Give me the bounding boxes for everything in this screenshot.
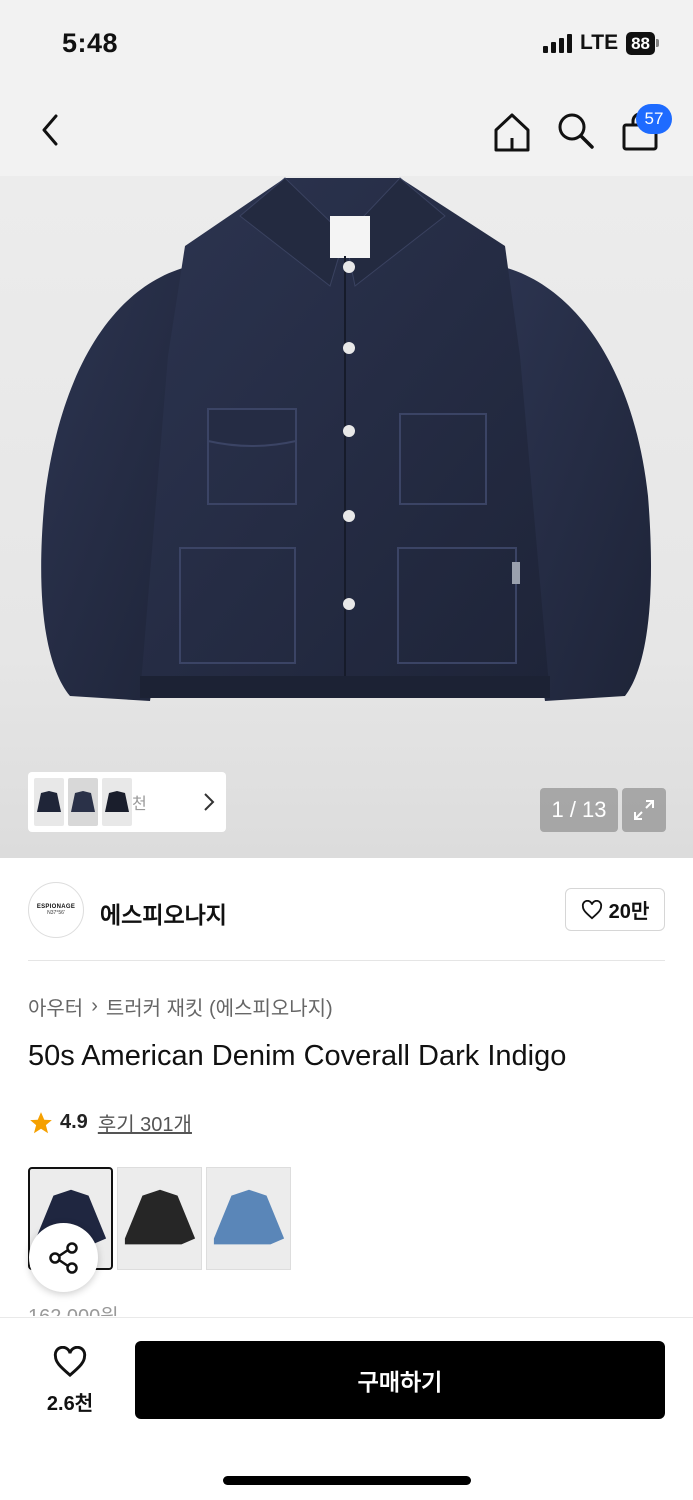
purchase-bar: 2.6천 구매하기 bbox=[0, 1317, 693, 1500]
review-link[interactable]: 후기 301개 bbox=[98, 1108, 192, 1137]
product-image-gallery[interactable]: 천 1 / 13 bbox=[0, 176, 693, 858]
thumbnail-strip[interactable]: 천 bbox=[28, 772, 226, 832]
brand-row: ESPIONAGE N37°56' 에스피오나지 20만 bbox=[28, 880, 665, 940]
divider bbox=[28, 960, 665, 961]
expand-icon bbox=[634, 800, 654, 820]
wishlist-button[interactable]: 2.6천 bbox=[30, 1345, 110, 1416]
image-counter: 1 / 13 bbox=[540, 788, 618, 832]
breadcrumb-subcategory[interactable]: 트러커 재킷 (에스피오나지) bbox=[106, 992, 333, 1021]
brand-logo[interactable]: ESPIONAGE N37°56' bbox=[28, 882, 84, 938]
original-price: 162,000원 bbox=[28, 1300, 119, 1316]
thumbnail-2[interactable] bbox=[68, 778, 98, 826]
share-icon bbox=[48, 1241, 78, 1274]
network-label: LTE bbox=[579, 31, 619, 54]
thumbnail-label: 천 bbox=[132, 796, 147, 813]
color-option-light-blue[interactable] bbox=[206, 1167, 291, 1270]
product-title: 50s American Denim Coverall Dark Indigo bbox=[28, 1040, 567, 1072]
signal-icon bbox=[542, 33, 572, 53]
wishlist-count: 2.6천 bbox=[46, 1393, 94, 1415]
star-icon bbox=[30, 1111, 52, 1133]
buy-button[interactable]: 구매하기 bbox=[135, 1341, 665, 1419]
battery-level: 88 bbox=[626, 31, 655, 55]
share-button[interactable] bbox=[29, 1223, 98, 1292]
thumbnail-1[interactable] bbox=[34, 778, 64, 826]
battery-icon: 88 bbox=[626, 31, 659, 55]
brand-like-button[interactable]: 20만 bbox=[565, 888, 665, 931]
brand-like-count: 20만 bbox=[608, 901, 650, 923]
top-nav bbox=[0, 88, 693, 176]
color-option-black[interactable] bbox=[117, 1167, 202, 1270]
heart-icon bbox=[53, 1345, 87, 1378]
brand-name[interactable]: 에스피오나지 bbox=[100, 896, 227, 930]
expand-button[interactable] bbox=[622, 788, 666, 832]
brand-logo-subtext: N37°56' bbox=[47, 910, 65, 916]
thumbnail-3[interactable] bbox=[102, 778, 132, 826]
status-bar: 5:48 LTE 88 bbox=[0, 0, 693, 88]
rating-score: 4.9 bbox=[60, 1111, 88, 1133]
cart-count-badge: 57 bbox=[636, 104, 672, 134]
heart-icon bbox=[581, 899, 602, 919]
breadcrumb-category[interactable]: 아우터 bbox=[28, 992, 83, 1021]
back-icon[interactable] bbox=[34, 110, 70, 150]
status-time: 5:48 bbox=[62, 28, 119, 58]
breadcrumb: 아우터 › 트러커 재킷 (에스피오나지) bbox=[28, 992, 333, 1021]
jacket-image bbox=[41, 177, 652, 701]
rating-row: 4.9 후기 301개 bbox=[28, 1108, 192, 1137]
chevron-right-icon[interactable] bbox=[202, 790, 216, 814]
breadcrumb-separator: › bbox=[91, 995, 98, 1017]
home-icon[interactable] bbox=[492, 110, 532, 154]
home-indicator bbox=[223, 1476, 471, 1485]
search-icon[interactable] bbox=[555, 110, 597, 152]
